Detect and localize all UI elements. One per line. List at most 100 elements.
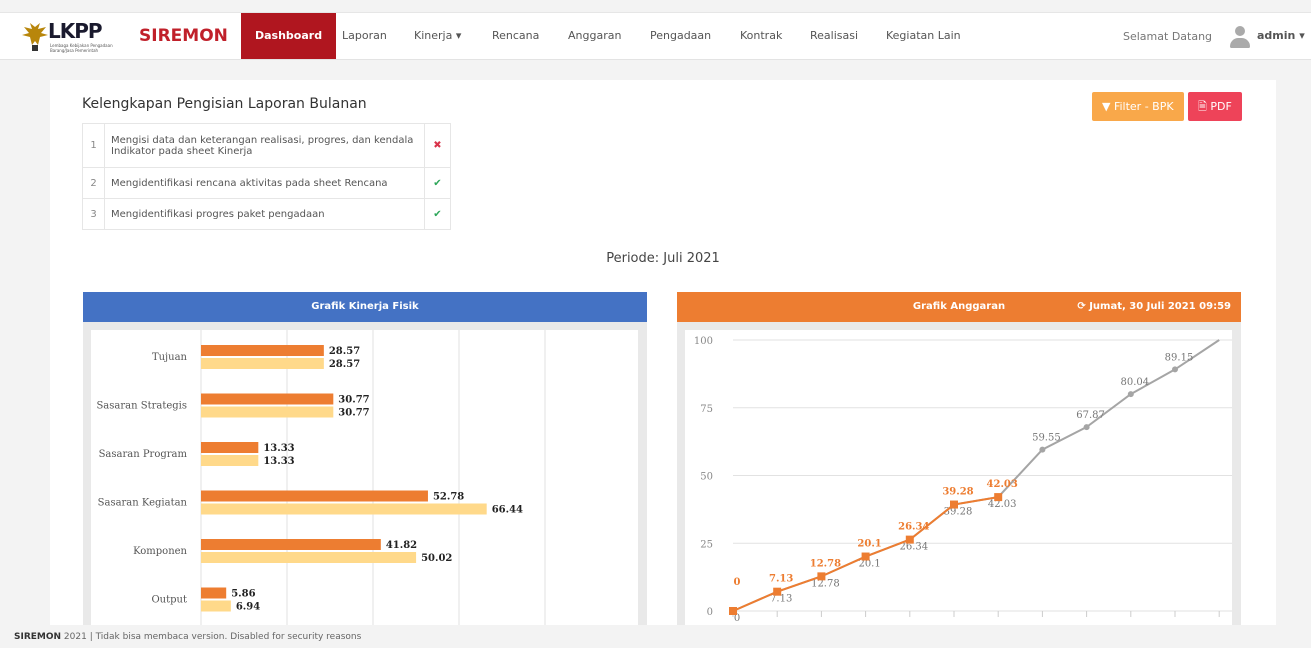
- nav-anggaran[interactable]: Anggaran: [568, 13, 621, 59]
- bar-value-label: 28.57: [329, 346, 360, 357]
- bar: [201, 539, 381, 550]
- point-orange: [950, 500, 958, 509]
- point-gray: [1083, 424, 1090, 431]
- nav-dashboard[interactable]: Dashboard: [241, 13, 337, 59]
- table-row: 3 Mengidentifikasi progres paket pengada…: [82, 198, 451, 230]
- status-check-icon: ✔: [424, 167, 451, 199]
- bar: [201, 442, 259, 453]
- nav-kinerja[interactable]: Kinerja ▾: [414, 13, 461, 59]
- data-label-orange: 12.78: [810, 558, 841, 569]
- data-label-gray: 12.78: [811, 578, 840, 589]
- footer: SIREMON 2021 | Tidak bisa membaca versio…: [14, 632, 361, 642]
- welcome-text: Selamat Datang: [1123, 30, 1213, 43]
- nav-rencana[interactable]: Rencana: [492, 13, 539, 59]
- bar-value-label: 13.33: [263, 443, 294, 454]
- status-check-icon: ✔: [424, 198, 451, 230]
- data-label-orange: 39.28: [942, 487, 973, 498]
- nav-kontrak[interactable]: Kontrak: [740, 13, 782, 59]
- data-label-orange: 20.1: [857, 539, 881, 550]
- bar-value-label: 6.94: [236, 602, 260, 613]
- row-text: Mengidentifikasi progres paket pengadaan: [104, 198, 425, 230]
- y-tick-label: 25: [700, 539, 713, 550]
- bar: [201, 345, 324, 356]
- data-label-gray: 67.87: [1076, 410, 1105, 421]
- data-label-orange: 42.03: [987, 479, 1018, 490]
- table-row: 1 Mengisi data dan keterangan realisasi,…: [82, 123, 451, 168]
- anggaran-chart-title: Grafik Anggaran: [912, 301, 1006, 312]
- nav-laporan[interactable]: Laporan: [342, 13, 387, 59]
- bar: [201, 503, 487, 515]
- y-tick-label: 50: [700, 472, 713, 483]
- bar: [201, 406, 334, 418]
- table-row: 2 Mengidentifikasi rencana aktivitas pad…: [82, 167, 451, 199]
- point-orange: [905, 535, 914, 544]
- anggaran-chart-header: Grafik Anggaran ⟳ Jumat, 30 Juli 2021 09…: [677, 292, 1241, 322]
- data-label-orange: 7.13: [769, 574, 793, 585]
- status-cross-icon: ✖: [424, 123, 451, 168]
- periode-label: Periode: Juli 2021: [606, 251, 720, 266]
- y-tick-label: 0: [707, 607, 713, 618]
- category-label: Komponen: [133, 546, 187, 557]
- row-number: 3: [82, 198, 105, 230]
- bar-value-label: 50.02: [421, 553, 452, 564]
- bar: [201, 393, 334, 405]
- point-orange: [729, 607, 737, 615]
- bar-value-label: 13.33: [263, 456, 294, 467]
- category-label: Sasaran Kegiatan: [98, 498, 188, 509]
- kinerja-bar-chart: Tujuan 28.57 28.57 Sasaran Strategis 30.77 30…: [96, 330, 546, 625]
- bar: [201, 490, 428, 502]
- point-orange: [773, 587, 782, 596]
- logo-text: LKPP: [48, 19, 103, 43]
- dashboard-card: Kelengkapan Pengisian Laporan Bulanan ▼ …: [50, 80, 1276, 625]
- data-label-orange: 0: [734, 577, 741, 588]
- logo-subtitle: Lembaga Kebijakan Pengadaan Barang/Jasa …: [50, 43, 113, 53]
- anggaran-chart-plot: 0 25 50 75 100 0 7.13 12.78 20.1 26.34 39.28 42.03 5…: [685, 330, 1232, 625]
- point-orange: [994, 493, 1003, 502]
- bar: [201, 455, 259, 466]
- kinerja-chart-title: Grafik Kinerja Fisik: [83, 292, 647, 322]
- category-label: Tujuan: [152, 352, 188, 363]
- bar-value-label: 52.78: [433, 492, 464, 503]
- bar-value-label: 66.44: [492, 505, 523, 516]
- nav-kegiatan-lain[interactable]: Kegiatan Lain: [886, 13, 961, 59]
- nav-pengadaan[interactable]: Pengadaan: [650, 13, 711, 59]
- footer-text: 2021 | Tidak bisa membaca version. Disab…: [61, 632, 362, 642]
- row-text: Mengisi data dan keterangan realisasi, p…: [104, 123, 425, 168]
- bar-value-label: 5.86: [231, 589, 255, 600]
- point-orange: [817, 572, 826, 581]
- bar-value-label: 41.82: [386, 540, 417, 551]
- point-gray: [1172, 366, 1178, 373]
- y-tick-label: 100: [694, 336, 713, 347]
- bar: [201, 552, 417, 563]
- kinerja-chart-panel: Grafik Kinerja Fisik Tujuan 28.57 28.57 Sas…: [83, 292, 647, 625]
- top-navbar: LKPP Lembaga Kebijakan Pengadaan Barang/…: [0, 12, 1311, 60]
- bar: [201, 587, 227, 599]
- category-label: Sasaran Strategis: [96, 401, 187, 412]
- checklist-table: 1 Mengisi data dan keterangan realisasi,…: [82, 123, 451, 230]
- checklist-title: Kelengkapan Pengisian Laporan Bulanan: [82, 96, 367, 112]
- filter-button[interactable]: ▼ Filter - BPK: [1092, 92, 1184, 121]
- user-menu[interactable]: admin ▾: [1257, 29, 1305, 42]
- app-brand[interactable]: SIREMON: [139, 26, 228, 46]
- row-text: Mengidentifikasi rencana aktivitas pada …: [104, 167, 425, 199]
- data-label-gray: 26.34: [899, 542, 928, 553]
- y-tick-label: 75: [700, 404, 713, 415]
- bar-value-label: 30.77: [338, 408, 369, 419]
- row-number: 1: [82, 123, 105, 168]
- point-orange: [861, 552, 870, 561]
- nav-realisasi[interactable]: Realisasi: [810, 13, 858, 59]
- data-label-orange: 26.34: [898, 522, 929, 533]
- anggaran-chart-panel: Grafik Anggaran ⟳ Jumat, 30 Juli 2021 09…: [677, 292, 1241, 625]
- pdf-button[interactable]: 🗎 PDF: [1188, 92, 1242, 121]
- bar: [201, 600, 231, 612]
- refresh-timestamp[interactable]: ⟳ Jumat, 30 Juli 2021 09:59: [1077, 292, 1231, 322]
- data-label-gray: 80.04: [1120, 377, 1149, 388]
- lkpp-logo[interactable]: LKPP Lembaga Kebijakan Pengadaan Barang/…: [22, 19, 137, 55]
- kinerja-chart-plot: Tujuan 28.57 28.57 Sasaran Strategis 30.77 30…: [91, 330, 638, 625]
- data-label-gray: 59.55: [1032, 433, 1061, 444]
- category-label: Sasaran Program: [99, 449, 188, 460]
- garuda-emblem-icon: [22, 23, 48, 51]
- user-avatar-icon[interactable]: [1229, 26, 1251, 50]
- point-gray: [1039, 446, 1046, 453]
- bar-value-label: 30.77: [338, 395, 369, 406]
